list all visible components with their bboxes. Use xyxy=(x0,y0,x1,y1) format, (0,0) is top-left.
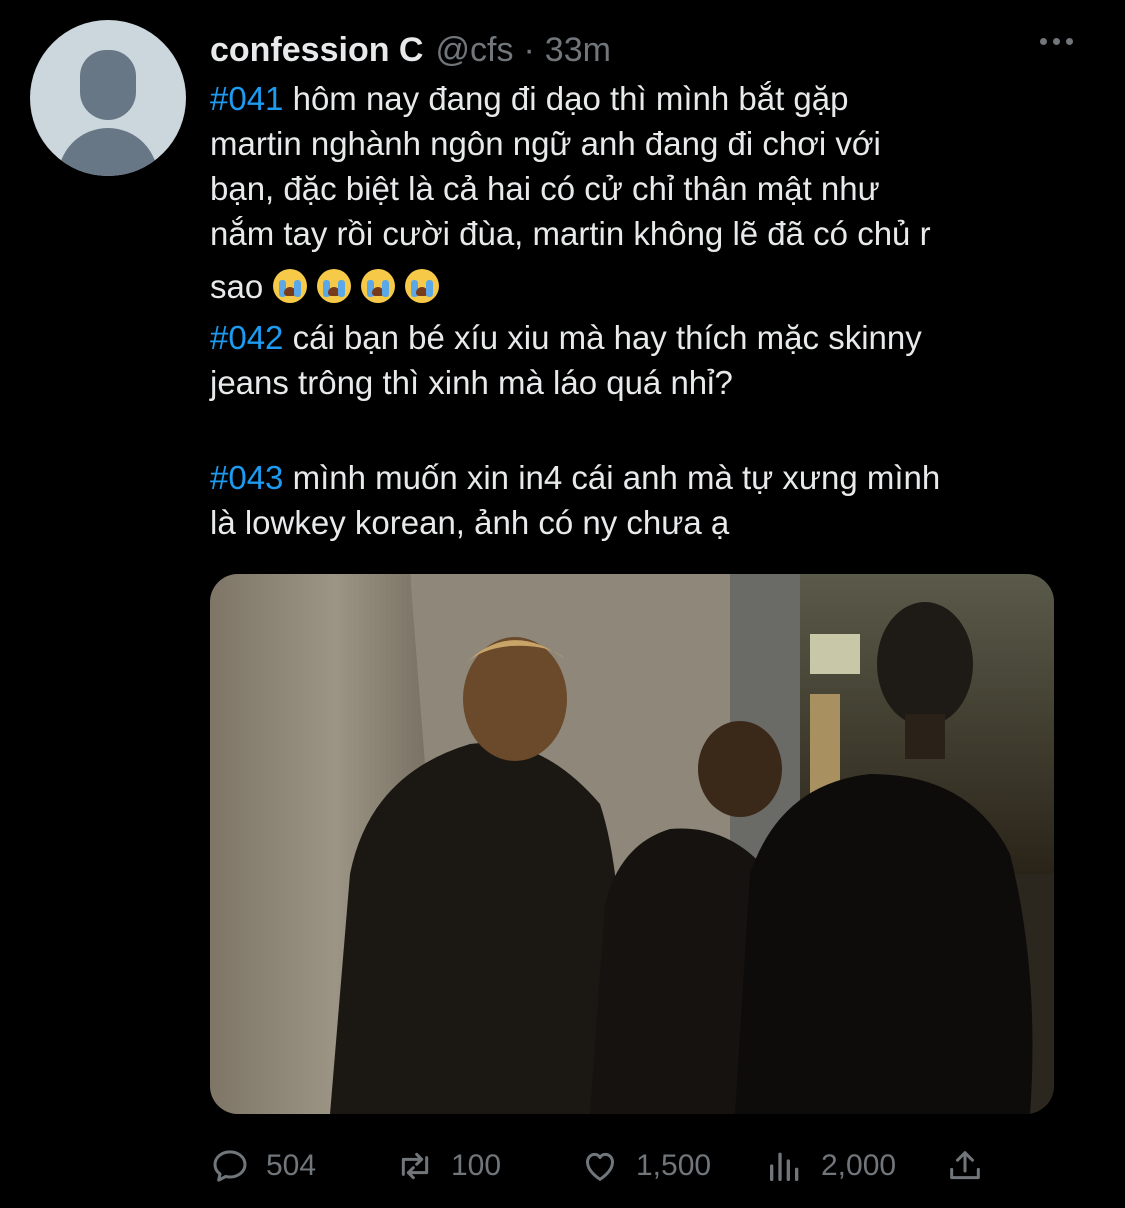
reply-count: 504 xyxy=(266,1149,317,1182)
retweet-button[interactable]: 100 xyxy=(395,1146,501,1186)
loudly-crying-face-icon xyxy=(361,269,396,303)
hashtag-041[interactable]: #041 xyxy=(210,80,283,117)
tweet-photo[interactable] xyxy=(210,574,1054,1114)
confession-042: #042 cái bạn bé xíu xiu mà hay thích mặc… xyxy=(210,319,922,401)
more-options-icon[interactable] xyxy=(1040,38,1073,45)
heart-icon xyxy=(586,1152,614,1181)
loudly-crying-face-icon xyxy=(405,269,440,303)
photo-scene xyxy=(210,574,1054,1114)
hashtag-043[interactable]: #043 xyxy=(210,459,283,496)
views-button[interactable]: 2,000 xyxy=(765,1146,896,1186)
reply-icon xyxy=(213,1150,247,1182)
share-button[interactable] xyxy=(945,1146,1001,1186)
loudly-crying-face-icon xyxy=(273,269,308,303)
tweet-actions: 504 100 1,500 2,000 xyxy=(210,1140,1000,1192)
avatar-head xyxy=(80,50,136,120)
bar-chart-icon xyxy=(770,1152,799,1181)
retweet-count: 100 xyxy=(451,1149,502,1182)
user-handle[interactable]: @cfs xyxy=(435,31,513,70)
avatar-body xyxy=(58,128,158,176)
tweet-text: #041 hôm nay đang đi dạo thì mình bắt gặ… xyxy=(210,76,1100,545)
confession-041: #041 hôm nay đang đi dạo thì mình bắt gặ… xyxy=(210,80,931,305)
like-button[interactable]: 1,500 xyxy=(580,1146,711,1186)
confession-043: #043 mình muốn xin in4 cái anh mà tự xưn… xyxy=(210,459,941,541)
retweet-icon xyxy=(401,1152,429,1180)
view-count: 2,000 xyxy=(821,1149,897,1182)
reply-button[interactable]: 504 xyxy=(210,1146,316,1186)
loudly-crying-face-icon xyxy=(317,269,352,303)
timestamp[interactable]: 33m xyxy=(545,31,611,70)
like-count: 1,500 xyxy=(636,1149,712,1182)
avatar[interactable] xyxy=(30,20,186,176)
share-icon xyxy=(950,1151,980,1180)
separator-dot: · xyxy=(523,30,535,69)
tweet-header: confession C @cfs · 33m xyxy=(210,28,611,72)
hashtag-042[interactable]: #042 xyxy=(210,319,283,356)
display-name[interactable]: confession C xyxy=(210,31,423,70)
